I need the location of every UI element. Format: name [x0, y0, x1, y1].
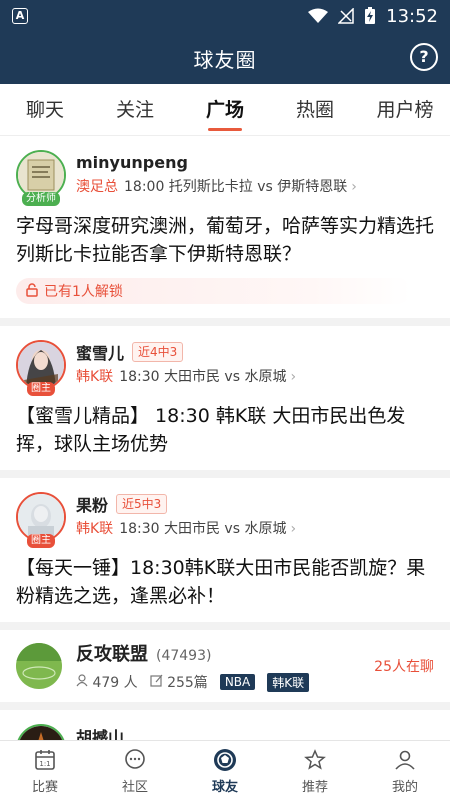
svg-text:1:1: 1:1 — [39, 760, 50, 768]
match-info[interactable]: 韩K联 18:30 大田市民 vs 水原城 › — [76, 366, 434, 386]
circle-member-count: (47493) — [156, 648, 212, 664]
posts-stat: 255篇 — [150, 672, 208, 692]
match-label: 18:30 大田市民 vs 水原城 — [119, 521, 287, 537]
nav-matches[interactable]: 1:1 比赛 — [0, 741, 90, 800]
status-bar: A 13:52 — [0, 0, 450, 32]
tag-kleague[interactable]: 韩K联 — [267, 672, 310, 692]
nav-label: 推荐 — [301, 779, 328, 795]
post-text[interactable]: 【蜜雪儿精品】 18:30 韩K联 大田市民出色发挥，球队主场优势 — [16, 402, 434, 470]
match-label: 18:00 托列斯比卡拉 vs 伊斯特恩联 — [124, 179, 348, 195]
soccer-field-icon — [16, 643, 62, 689]
app-notification-icon: A — [12, 8, 28, 24]
chevron-right-icon: › — [351, 179, 357, 195]
unlock-status[interactable]: 已有1人解锁 — [16, 278, 411, 304]
league-label: 韩K联 — [76, 369, 114, 385]
chevron-right-icon: › — [290, 369, 297, 385]
avatar[interactable]: 分析师 — [16, 150, 66, 206]
match-label: 18:30 大田市民 vs 水原城 — [119, 369, 287, 385]
username[interactable]: 果粉 — [76, 492, 108, 516]
tab-hot-circles[interactable]: 热圈 — [270, 84, 360, 135]
league-label: 澳足总 — [76, 179, 118, 195]
user-photo-icon — [18, 726, 64, 740]
tab-bar: 聊天 关注 广场 热圈 用户榜 — [0, 84, 450, 136]
posts-count: 255篇 — [167, 675, 208, 691]
post-text[interactable]: 字母哥深度研究澳洲，葡萄牙，哈萨等实力精选托列斯比卡拉能否拿下伊斯特恩联？ — [16, 212, 434, 280]
analyst-badge: 分析师 — [22, 192, 60, 206]
clock: 13:52 — [386, 5, 438, 27]
post-text[interactable]: 【每天一锤】18:30韩K联大田市民能否凯旋？果粉精选之选，逢黑必补！ — [16, 554, 434, 622]
league-label: 韩K联 — [76, 521, 114, 537]
circle-owner-badge: 圈主 — [27, 382, 55, 396]
nav-community[interactable]: 社区 — [90, 741, 180, 800]
bottom-navigation: 1:1 比赛 社区 球友 推荐 我的 — [0, 740, 450, 800]
nav-friends[interactable]: 球友 — [180, 741, 270, 800]
tab-chat[interactable]: 聊天 — [0, 84, 90, 135]
tag-nba[interactable]: NBA — [219, 674, 256, 690]
post-card[interactable]: 圈主 蜜雪儿 近4中3 韩K联 18:30 大田市民 vs 水原城 › 【蜜雪儿精品… — [0, 326, 450, 478]
nav-profile[interactable]: 我的 — [360, 741, 450, 800]
username[interactable]: 胡撼山 — [76, 724, 124, 740]
circle-avatar[interactable] — [16, 643, 62, 689]
online-count: 25人在聊 — [374, 659, 434, 675]
recommend-icon — [302, 747, 328, 773]
post-card[interactable]: 分析师 minyunpeng 澳足总 18:00 托列斯比卡拉 vs 伊斯特恩联 ›… — [0, 136, 450, 326]
members-stat: 479 人 — [76, 672, 138, 692]
username[interactable]: minyunpeng — [76, 153, 188, 172]
edit-icon — [150, 674, 163, 687]
members-count: 479 人 — [92, 675, 138, 691]
app-header: 球友圈 ? — [0, 32, 450, 84]
wifi-icon — [308, 8, 329, 23]
person-icon — [76, 674, 88, 687]
soccer-ball-icon — [212, 747, 238, 773]
chevron-right-icon: › — [290, 521, 297, 537]
circle-owner-badge: 圈主 — [27, 534, 55, 548]
battery-charging-icon — [365, 7, 376, 24]
calendar-icon: 1:1 — [32, 747, 58, 773]
profile-icon — [392, 747, 418, 773]
feed[interactable]: 分析师 minyunpeng 澳足总 18:00 托列斯比卡拉 vs 伊斯特恩联 ›… — [0, 136, 450, 740]
username[interactable]: 蜜雪儿 — [76, 340, 124, 364]
unlock-count-text: 已有1人解锁 — [44, 284, 123, 300]
nav-label: 比赛 — [31, 779, 58, 795]
record-badge: 近5中3 — [116, 494, 168, 514]
post-card[interactable]: 圈主 果粉 近5中3 韩K联 18:30 大田市民 vs 水原城 › 【每天一锤】1… — [0, 478, 450, 630]
chat-bubble-icon — [122, 747, 148, 773]
avatar[interactable]: 圈主 — [16, 340, 66, 396]
nav-label: 球友 — [211, 779, 238, 795]
nav-label: 我的 — [391, 779, 418, 795]
post-card[interactable]: 胡撼山 — [0, 710, 450, 740]
no-signal-icon — [338, 8, 354, 24]
avatar[interactable] — [16, 724, 66, 740]
help-icon[interactable]: ? — [410, 43, 438, 71]
tab-square[interactable]: 广场 — [180, 84, 270, 135]
match-info[interactable]: 澳足总 18:00 托列斯比卡拉 vs 伊斯特恩联 › — [76, 176, 434, 196]
record-badge: 近4中3 — [132, 342, 184, 362]
avatar[interactable]: 圈主 — [16, 492, 66, 548]
page-title: 球友圈 — [193, 47, 257, 72]
nav-label: 社区 — [121, 779, 148, 795]
lock-icon — [26, 282, 38, 300]
tab-user-ranking[interactable]: 用户榜 — [360, 84, 450, 135]
tab-following[interactable]: 关注 — [90, 84, 180, 135]
match-info[interactable]: 韩K联 18:30 大田市民 vs 水原城 › — [76, 518, 434, 538]
circle-name[interactable]: 反攻联盟 — [76, 640, 148, 666]
circle-card[interactable]: 反攻联盟 (47493) 479 人 255篇 NBA 韩K联 25人在聊 — [0, 630, 450, 710]
nav-recommend[interactable]: 推荐 — [270, 741, 360, 800]
